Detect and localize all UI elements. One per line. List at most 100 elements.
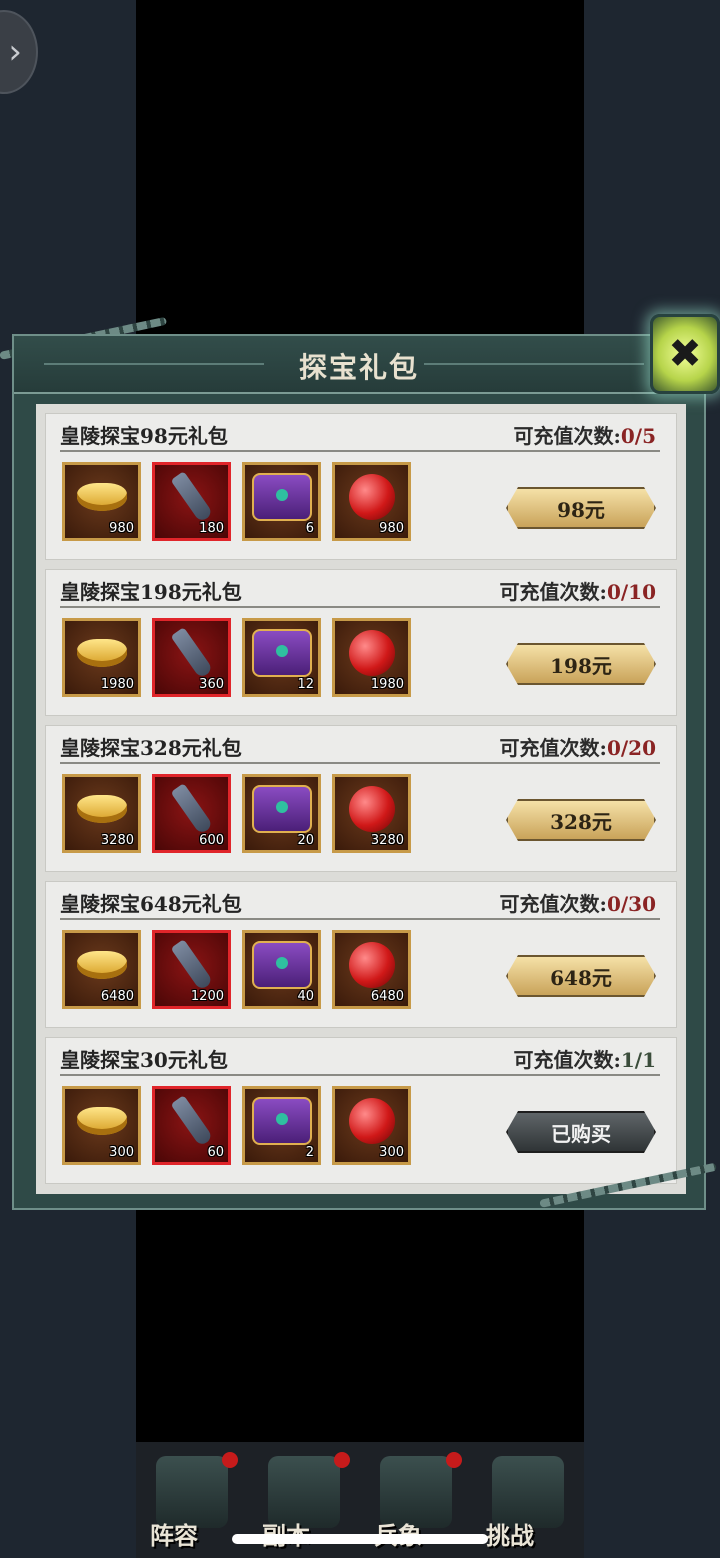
divider <box>60 606 660 608</box>
reward-item[interactable]: 980 <box>62 462 141 541</box>
purchase-limit-count: 0/30 <box>606 892 656 916</box>
buy-button[interactable]: 98元 <box>506 487 656 529</box>
nav-item-lineup[interactable]: 阵容 <box>136 1442 246 1558</box>
divider <box>60 1074 660 1076</box>
reward-item[interactable]: 6480 <box>62 930 141 1009</box>
treasure-chest-icon <box>251 941 312 990</box>
shovel-icon <box>170 471 213 523</box>
item-quantity: 980 <box>109 521 134 536</box>
reward-item[interactable]: 6 <box>242 462 321 541</box>
shovel-icon <box>170 939 213 991</box>
item-quantity: 600 <box>199 833 224 848</box>
item-quantity: 1200 <box>190 989 224 1004</box>
notification-badge <box>222 1452 238 1468</box>
close-button[interactable]: ✖ <box>650 314 720 394</box>
treasure-chest-icon <box>251 785 312 834</box>
red-orb-icon <box>348 1098 395 1145</box>
reward-item[interactable]: 1980 <box>62 618 141 697</box>
reward-item[interactable]: 40 <box>242 930 321 1009</box>
item-quantity: 6480 <box>370 989 404 1004</box>
pack-name: 皇陵探宝328元礼包 <box>60 736 242 760</box>
buy-button[interactable]: 328元 <box>506 799 656 841</box>
reward-item[interactable]: 980 <box>332 462 411 541</box>
shovel-icon <box>170 783 213 835</box>
notification-badge <box>446 1452 462 1468</box>
purchase-limit-count: 0/10 <box>606 580 656 604</box>
gift-pack-panel: 探宝礼包 ✖ 皇陵探宝98元礼包 可充值次数:0/5 980 180 6 980 98元 皇陵… <box>12 314 720 1210</box>
nav-item-challenge[interactable]: 挑战 <box>472 1442 582 1558</box>
reward-item[interactable]: 300 <box>332 1086 411 1165</box>
item-quantity: 1980 <box>100 677 134 692</box>
item-quantity: 1980 <box>370 677 404 692</box>
chevron-right-icon: › <box>8 32 22 72</box>
purchase-limit-count: 0/20 <box>606 736 656 760</box>
purchase-limit: 可充值次数:1/1 <box>513 1044 656 1073</box>
gold-ingot-icon <box>76 951 127 980</box>
item-quantity: 40 <box>297 989 314 1004</box>
reward-item[interactable]: 20 <box>242 774 321 853</box>
reward-item[interactable]: 3280 <box>62 774 141 853</box>
purchase-limit-label: 可充值次数: <box>513 1048 621 1072</box>
purchased-button: 已购买 <box>506 1111 656 1153</box>
item-quantity: 3280 <box>370 833 404 848</box>
pack-name: 皇陵探宝98元礼包 <box>60 424 228 448</box>
item-quantity: 300 <box>379 1145 404 1160</box>
purchase-limit-count: 1/1 <box>620 1048 656 1072</box>
purchase-limit-count: 0/5 <box>620 424 656 448</box>
gold-ingot-icon <box>76 795 127 824</box>
reward-items: 6480 1200 40 6480 <box>62 930 411 1009</box>
gold-ingot-icon <box>76 483 127 512</box>
item-quantity: 980 <box>379 521 404 536</box>
pack-name: 皇陵探宝30元礼包 <box>60 1048 228 1072</box>
reward-item[interactable]: 3280 <box>332 774 411 853</box>
item-quantity: 60 <box>207 1145 224 1160</box>
item-quantity: 180 <box>199 521 224 536</box>
purchase-limit: 可充值次数:0/10 <box>500 576 656 605</box>
item-quantity: 300 <box>109 1145 134 1160</box>
reward-item[interactable]: 6480 <box>332 930 411 1009</box>
panel-title: 探宝礼包 <box>298 351 419 384</box>
gift-pack-row: 皇陵探宝198元礼包 可充值次数:0/10 1980 360 12 1980 198元 <box>45 569 677 716</box>
reward-item[interactable]: 1980 <box>332 618 411 697</box>
pack-name: 皇陵探宝198元礼包 <box>60 580 242 604</box>
red-orb-icon <box>348 630 395 677</box>
shovel-icon <box>170 1095 213 1147</box>
reward-items: 3280 600 20 3280 <box>62 774 411 853</box>
nav-label: 挑战 <box>486 1521 534 1550</box>
item-quantity: 12 <box>297 677 314 692</box>
buy-button[interactable]: 198元 <box>506 643 656 685</box>
reward-items: 300 60 2 300 <box>62 1086 411 1165</box>
notification-badge <box>334 1452 350 1468</box>
reward-item[interactable]: 1200 <box>152 930 231 1009</box>
treasure-chest-icon <box>251 1097 312 1146</box>
reward-items: 980 180 6 980 <box>62 462 411 541</box>
divider <box>60 450 660 452</box>
gold-ingot-icon <box>76 639 127 668</box>
reward-item[interactable]: 180 <box>152 462 231 541</box>
pack-name: 皇陵探宝648元礼包 <box>60 892 242 916</box>
treasure-chest-icon <box>251 473 312 522</box>
gift-pack-row: 皇陵探宝328元礼包 可充值次数:0/20 3280 600 20 3280 328元 <box>45 725 677 872</box>
nav-label: 阵容 <box>150 1521 198 1550</box>
item-quantity: 2 <box>305 1145 314 1160</box>
gift-pack-row: 皇陵探宝98元礼包 可充值次数:0/5 980 180 6 980 98元 <box>45 413 677 560</box>
reward-item[interactable]: 2 <box>242 1086 321 1165</box>
reward-item[interactable]: 12 <box>242 618 321 697</box>
reward-item[interactable]: 360 <box>152 618 231 697</box>
close-x-icon: ✖ <box>668 331 702 377</box>
home-indicator[interactable] <box>232 1534 488 1544</box>
item-quantity: 6480 <box>100 989 134 1004</box>
reward-item[interactable]: 600 <box>152 774 231 853</box>
reward-item[interactable]: 60 <box>152 1086 231 1165</box>
shovel-icon <box>170 627 213 679</box>
gift-pack-row: 皇陵探宝648元礼包 可充值次数:0/30 6480 1200 40 6480 648元 <box>45 881 677 1028</box>
item-quantity: 20 <box>297 833 314 848</box>
pack-list: 皇陵探宝98元礼包可充值次数: 0/5 980 180 6 980 98元皇陵探宝198元礼… <box>36 404 686 1194</box>
gold-ingot-icon <box>76 1107 127 1136</box>
red-orb-icon <box>348 786 395 833</box>
red-orb-icon <box>348 474 395 521</box>
reward-item[interactable]: 300 <box>62 1086 141 1165</box>
divider <box>60 762 660 764</box>
purchase-limit-label: 可充值次数: <box>499 736 607 760</box>
buy-button[interactable]: 648元 <box>506 955 656 997</box>
